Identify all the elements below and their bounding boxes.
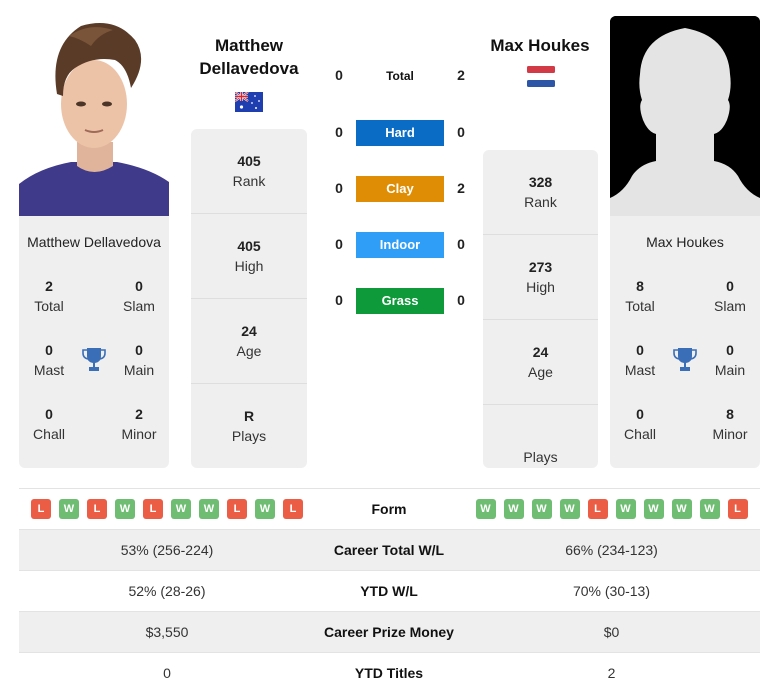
player1-titles-mast: 0 Mast [33,342,65,378]
player1-value: $3,550 [145,624,189,640]
player1-age: 24 Age [191,299,307,384]
h2h-total-row: 0 Total 2 [330,63,475,89]
player2-value: $0 [603,624,620,640]
form-loss-badge[interactable]: L [227,499,247,519]
player1-plays: R Plays [231,408,267,444]
player1-photo[interactable] [19,16,169,216]
h2h-total-label: Total [386,69,414,83]
form-loss-badge[interactable]: L [31,499,51,519]
surface-indoor-chip[interactable]: Indoor [356,232,444,258]
form-win-badge[interactable]: W [475,499,496,519]
player1-form: LWLWLWWLWL [19,489,315,529]
form-win-badge[interactable]: W [503,499,524,519]
row-label: YTD Titles [354,665,424,681]
table-row: 52% (28-26) YTD W/L 70% (30-13) [19,571,760,612]
form-loss-badge[interactable]: L [283,499,303,519]
form-win-badge[interactable]: W [171,499,191,519]
player2-name[interactable]: Max Houkes [610,234,760,250]
form-loss-badge[interactable]: L [87,499,107,519]
form-win-badge[interactable]: W [59,499,79,519]
player1-titles-total: 2 Total [34,278,64,314]
form-label: Form [371,501,407,517]
player2-value: 70% (30-13) [572,583,651,599]
player1-portrait-image [19,16,169,216]
player2-titles-minor: 8 Minor [712,406,748,442]
player2-photo[interactable] [610,16,760,216]
player1-titles-main: 0 Main [123,342,155,378]
player2-titles-total: 8 Total [625,278,655,314]
player2-rank: 328 Rank [483,150,598,235]
player1-value: 53% (256-224) [120,542,214,558]
player2-titles-chall: 0 Chall [624,406,656,442]
trophy-icon [82,348,106,371]
player2-plays: Plays [523,449,558,465]
h2h-grass-row: 0 Grass 0 [330,288,475,314]
player2-titles-mast: 0 Mast [624,342,656,378]
player1-value: 52% (28-26) [128,583,206,599]
trophy-icon [673,348,697,371]
netherlands-flag-icon [527,66,555,87]
table-row: 0 YTD Titles 2 [19,653,760,694]
row-label: Career Total W/L [333,542,445,558]
row-label: Career Prize Money [324,624,454,640]
player2-titles-slam: 0 Slam [714,278,746,314]
player2-value: 2 [607,665,616,681]
player2-header-name[interactable]: Max Houkes [470,34,610,57]
player1-stats-column: 405 Rank 405 High 24 Age R Plays [191,129,307,468]
player1-titles-minor: 2 Minor [121,406,157,442]
player2-titles-card: Max Houkes 8 Total 0 Slam 0 Mast 0 Main … [610,216,760,468]
surface-clay-chip[interactable]: Clay [356,176,444,202]
form-loss-badge[interactable]: L [143,499,163,519]
player-silhouette-icon [610,16,760,216]
h2h-clay-row: 0 Clay 2 [330,176,475,202]
form-win-badge[interactable]: W [255,499,275,519]
form-win-badge[interactable]: W [615,499,636,519]
surface-grass-chip[interactable]: Grass [356,288,444,314]
form-loss-badge[interactable]: L [727,499,748,519]
form-loss-badge[interactable]: L [587,499,608,519]
form-win-badge[interactable]: W [199,499,219,519]
player2-stats-column: 328 Rank 273 High 24 Age Plays [483,150,598,468]
row-label: YTD W/L [360,583,418,599]
form-win-badge[interactable]: W [115,499,135,519]
comparison-table: LWLWLWWLWL Form WWWWLWWWWL 53% (256-224)… [19,488,760,694]
table-row: 53% (256-224) Career Total W/L 66% (234-… [19,530,760,571]
player1-high: 405 High [191,214,307,299]
player1-name[interactable]: Matthew Dellavedova [19,234,169,250]
form-win-badge[interactable]: W [531,499,552,519]
form-win-badge[interactable]: W [699,499,720,519]
form-row: LWLWLWWLWL Form WWWWLWWWWL [19,489,760,530]
player1-titles-chall: 0 Chall [33,406,65,442]
player2-form: WWWWLWWWWL [463,489,760,529]
player1-titles-card: Matthew Dellavedova 2 Total 0 Slam 0 Mas… [19,216,169,468]
h2h-hard-row: 0 Hard 0 [330,120,475,146]
australia-flag-icon [235,92,263,112]
table-row: $3,550 Career Prize Money $0 [19,612,760,653]
player2-high: 273 High [483,235,598,320]
player1-header-name[interactable]: Matthew Dellavedova [181,34,317,80]
player2-titles-main: 0 Main [714,342,746,378]
form-win-badge[interactable]: W [671,499,692,519]
player1-titles-slam: 0 Slam [123,278,155,314]
form-win-badge[interactable]: W [559,499,580,519]
surface-hard-chip[interactable]: Hard [356,120,444,146]
form-win-badge[interactable]: W [643,499,664,519]
player2-value: 66% (234-123) [565,542,658,558]
player1-value: 0 [163,665,171,681]
player1-rank: 405 Rank [191,129,307,214]
h2h-indoor-row: 0 Indoor 0 [330,232,475,258]
player2-age: 24 Age [483,320,598,405]
